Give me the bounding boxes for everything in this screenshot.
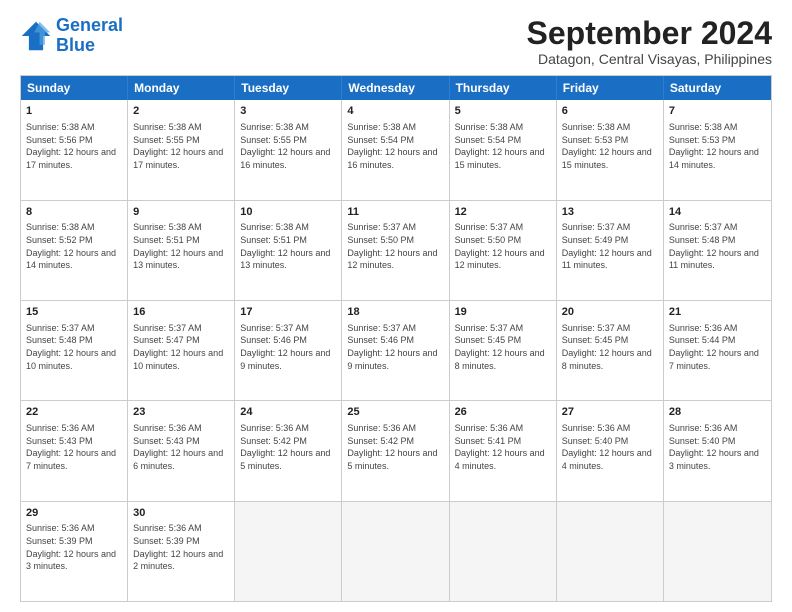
day-12: 12 Sunrise: 5:37 AM Sunset: 5:50 PM Dayl… — [450, 201, 557, 300]
header-wednesday: Wednesday — [342, 76, 449, 100]
day-9: 9 Sunrise: 5:38 AM Sunset: 5:51 PM Dayli… — [128, 201, 235, 300]
day-4: 4 Sunrise: 5:38 AM Sunset: 5:54 PM Dayli… — [342, 100, 449, 199]
day-22: 22 Sunrise: 5:36 AM Sunset: 5:43 PM Dayl… — [21, 401, 128, 500]
title-block: September 2024 Datagon, Central Visayas,… — [527, 16, 772, 67]
day-17: 17 Sunrise: 5:37 AM Sunset: 5:46 PM Dayl… — [235, 301, 342, 400]
calendar-header: Sunday Monday Tuesday Wednesday Thursday… — [21, 76, 771, 100]
header-thursday: Thursday — [450, 76, 557, 100]
day-11: 11 Sunrise: 5:37 AM Sunset: 5:50 PM Dayl… — [342, 201, 449, 300]
header-saturday: Saturday — [664, 76, 771, 100]
page: General Blue September 2024 Datagon, Cen… — [0, 0, 792, 612]
week-row-3: 15 Sunrise: 5:37 AM Sunset: 5:48 PM Dayl… — [21, 300, 771, 400]
day-23: 23 Sunrise: 5:36 AM Sunset: 5:43 PM Dayl… — [128, 401, 235, 500]
day-27: 27 Sunrise: 5:36 AM Sunset: 5:40 PM Dayl… — [557, 401, 664, 500]
day-1: 1 Sunrise: 5:38 AM Sunset: 5:56 PM Dayli… — [21, 100, 128, 199]
logo: General Blue — [20, 16, 123, 56]
day-21: 21 Sunrise: 5:36 AM Sunset: 5:44 PM Dayl… — [664, 301, 771, 400]
logo-text: General Blue — [56, 16, 123, 56]
calendar-body: 1 Sunrise: 5:38 AM Sunset: 5:56 PM Dayli… — [21, 100, 771, 601]
day-20: 20 Sunrise: 5:37 AM Sunset: 5:45 PM Dayl… — [557, 301, 664, 400]
day-25: 25 Sunrise: 5:36 AM Sunset: 5:42 PM Dayl… — [342, 401, 449, 500]
day-28: 28 Sunrise: 5:36 AM Sunset: 5:40 PM Dayl… — [664, 401, 771, 500]
day-10: 10 Sunrise: 5:38 AM Sunset: 5:51 PM Dayl… — [235, 201, 342, 300]
week-row-2: 8 Sunrise: 5:38 AM Sunset: 5:52 PM Dayli… — [21, 200, 771, 300]
day-empty-2 — [342, 502, 449, 601]
week-row-1: 1 Sunrise: 5:38 AM Sunset: 5:56 PM Dayli… — [21, 100, 771, 199]
day-3: 3 Sunrise: 5:38 AM Sunset: 5:55 PM Dayli… — [235, 100, 342, 199]
day-26: 26 Sunrise: 5:36 AM Sunset: 5:41 PM Dayl… — [450, 401, 557, 500]
header-monday: Monday — [128, 76, 235, 100]
day-7: 7 Sunrise: 5:38 AM Sunset: 5:53 PM Dayli… — [664, 100, 771, 199]
day-19: 19 Sunrise: 5:37 AM Sunset: 5:45 PM Dayl… — [450, 301, 557, 400]
logo-line1: General — [56, 15, 123, 35]
day-6: 6 Sunrise: 5:38 AM Sunset: 5:53 PM Dayli… — [557, 100, 664, 199]
day-18: 18 Sunrise: 5:37 AM Sunset: 5:46 PM Dayl… — [342, 301, 449, 400]
header-friday: Friday — [557, 76, 664, 100]
day-13: 13 Sunrise: 5:37 AM Sunset: 5:49 PM Dayl… — [557, 201, 664, 300]
day-empty-3 — [450, 502, 557, 601]
day-24: 24 Sunrise: 5:36 AM Sunset: 5:42 PM Dayl… — [235, 401, 342, 500]
logo-line2: Blue — [56, 35, 95, 55]
day-30: 30 Sunrise: 5:36 AM Sunset: 5:39 PM Dayl… — [128, 502, 235, 601]
day-empty-1 — [235, 502, 342, 601]
week-row-5: 29 Sunrise: 5:36 AM Sunset: 5:39 PM Dayl… — [21, 501, 771, 601]
day-15: 15 Sunrise: 5:37 AM Sunset: 5:48 PM Dayl… — [21, 301, 128, 400]
location-title: Datagon, Central Visayas, Philippines — [527, 51, 772, 67]
week-row-4: 22 Sunrise: 5:36 AM Sunset: 5:43 PM Dayl… — [21, 400, 771, 500]
day-29: 29 Sunrise: 5:36 AM Sunset: 5:39 PM Dayl… — [21, 502, 128, 601]
header-tuesday: Tuesday — [235, 76, 342, 100]
day-8: 8 Sunrise: 5:38 AM Sunset: 5:52 PM Dayli… — [21, 201, 128, 300]
calendar: Sunday Monday Tuesday Wednesday Thursday… — [20, 75, 772, 602]
day-empty-5 — [664, 502, 771, 601]
day-14: 14 Sunrise: 5:37 AM Sunset: 5:48 PM Dayl… — [664, 201, 771, 300]
month-title: September 2024 — [527, 16, 772, 51]
header: General Blue September 2024 Datagon, Cen… — [20, 16, 772, 67]
day-16: 16 Sunrise: 5:37 AM Sunset: 5:47 PM Dayl… — [128, 301, 235, 400]
day-5: 5 Sunrise: 5:38 AM Sunset: 5:54 PM Dayli… — [450, 100, 557, 199]
day-empty-4 — [557, 502, 664, 601]
logo-icon — [20, 20, 52, 52]
header-sunday: Sunday — [21, 76, 128, 100]
day-2: 2 Sunrise: 5:38 AM Sunset: 5:55 PM Dayli… — [128, 100, 235, 199]
